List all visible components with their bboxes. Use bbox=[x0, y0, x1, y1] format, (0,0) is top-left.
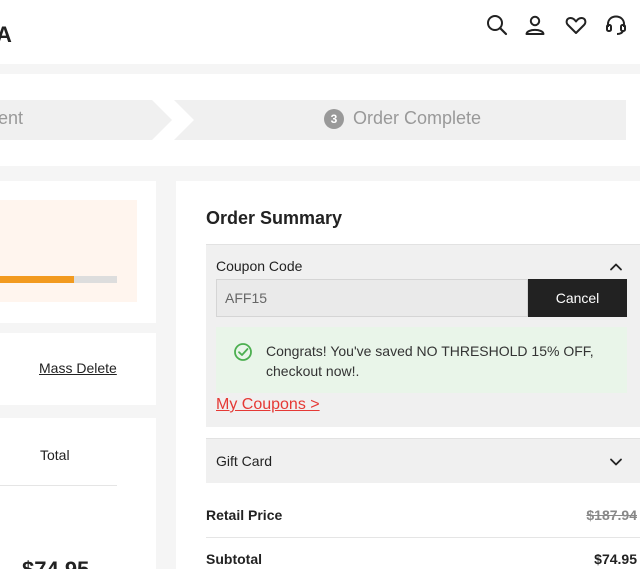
threshold-progress bbox=[0, 276, 117, 283]
support-icon[interactable] bbox=[604, 13, 628, 37]
promo-banner bbox=[0, 200, 137, 302]
subtotal-value: $74.95 bbox=[594, 551, 637, 567]
coupon-code-input[interactable] bbox=[216, 279, 528, 317]
site-logo[interactable]: A bbox=[0, 22, 12, 48]
retail-price-label: Retail Price bbox=[206, 507, 283, 523]
search-icon[interactable] bbox=[485, 13, 509, 37]
step-bar: ent 3 Order Complete bbox=[0, 100, 626, 140]
heart-icon[interactable] bbox=[564, 13, 588, 37]
step-number-badge: 3 bbox=[324, 109, 344, 129]
divider bbox=[0, 485, 117, 486]
checkout-steps: ent 3 Order Complete bbox=[0, 74, 640, 166]
coupon-code-label: Coupon Code bbox=[216, 258, 303, 274]
step-current-label: Order Complete bbox=[353, 108, 482, 128]
coupon-section: Coupon Code Cancel Congrats! You've save… bbox=[206, 244, 640, 427]
retail-price-value: $187.94 bbox=[586, 507, 637, 523]
item-total-price: $74.95 bbox=[22, 557, 89, 569]
site-header: A bbox=[0, 0, 640, 64]
coupon-success-message: Congrats! You've saved NO THRESHOLD 15% … bbox=[216, 327, 627, 393]
chevron-up-icon[interactable] bbox=[609, 260, 623, 274]
coupon-success-text: Congrats! You've saved NO THRESHOLD 15% … bbox=[266, 343, 594, 379]
subtotal-label: Subtotal bbox=[206, 551, 262, 567]
mass-delete-button[interactable]: Mass Delete bbox=[39, 360, 117, 376]
my-coupons-link[interactable]: My Coupons > bbox=[216, 396, 320, 414]
user-icon[interactable] bbox=[523, 13, 547, 37]
threshold-progress-fill bbox=[0, 276, 74, 283]
chevron-down-icon[interactable] bbox=[609, 455, 623, 469]
coupon-cancel-button[interactable]: Cancel bbox=[528, 279, 627, 317]
divider bbox=[206, 537, 640, 538]
check-circle-icon bbox=[233, 342, 253, 362]
order-summary-title: Order Summary bbox=[206, 208, 343, 228]
step-previous-label: ent bbox=[0, 108, 24, 128]
gift-card-label: Gift Card bbox=[216, 453, 273, 469]
total-column-header: Total bbox=[40, 447, 70, 463]
cart-items-card bbox=[0, 418, 156, 569]
gift-card-section[interactable]: Gift Card bbox=[206, 438, 640, 483]
